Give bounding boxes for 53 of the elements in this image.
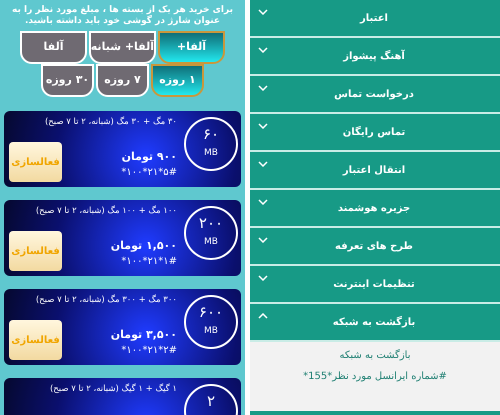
accordion-title: طرح های تعرفه (335, 240, 413, 254)
chevron-down-icon (258, 9, 268, 15)
package-description: ۱۰۰ مگ + ۱۰۰ مگ (شبانه، ۲ تا ۷ صبح) (34, 204, 178, 218)
accordion-title: جزیره هوشمند (338, 202, 410, 216)
size-value: ۶۰ (202, 125, 220, 143)
accordion-title: درخواست تماس (334, 88, 414, 102)
size-unit: MB (204, 325, 218, 338)
ussd-code: *۱۰۰*۲۱*۲# (121, 344, 177, 358)
size-value: ۶۰۰ (198, 303, 224, 321)
chevron-down-icon (258, 275, 268, 281)
price: ۳,۵۰۰ تومان (110, 326, 177, 343)
accordion-title: اعتبار (360, 12, 388, 26)
size-value: ۲ (206, 392, 216, 410)
accordion-header[interactable]: اعتبار (250, 0, 500, 38)
size-unit: MB (204, 236, 218, 249)
content-line: بازگشت به شبکه (340, 348, 410, 363)
chevron-up-icon (258, 313, 268, 319)
package-description: ۳۰ مگ + ۳۰ مگ (شبانه، ۲ تا ۷ صبح) (44, 116, 178, 129)
tab[interactable]: ۳۰ روزه (41, 64, 94, 97)
chevron-down-icon (258, 199, 268, 205)
accordion-header[interactable]: درخواست تماس (250, 76, 500, 114)
accordion-header[interactable]: تماس رایگان (250, 114, 500, 152)
chevron-down-icon (258, 123, 268, 129)
package-description: ۱ گیگ + ۱ گیگ (شبانه، ۲ تا ۷ صبح) (48, 382, 178, 396)
accordion-header[interactable]: انتقال اعتبار (250, 152, 500, 190)
accordion-title: بازگشت به شبکه (332, 315, 416, 330)
chevron-down-icon (258, 237, 268, 243)
ussd-code: *۱۰۰*۲۱*۱# (121, 255, 177, 269)
tab[interactable]: ۷ روزه (96, 64, 149, 97)
tab[interactable]: آلفا (20, 31, 87, 64)
accordion-title: تماس رایگان (342, 125, 406, 140)
tab[interactable]: آلفا+ شبانه (89, 31, 156, 64)
price: ۱,۵۰۰ تومان (110, 238, 177, 254)
accordion-title: آهنگ پیشواز (343, 48, 405, 64)
notice-text: برای خرید هر یک از بسته ها ، مبلغ مورد نظر را به عنوان شارژ در گوشی خود باید داشته باشید. (11, 4, 234, 28)
size-value: ۲۰۰ (198, 214, 224, 232)
accordion-title: تنظیمات اینترنت (333, 278, 415, 292)
accordion-header[interactable]: تنظیمات اینترنت (250, 266, 500, 304)
price: ۹۰۰ تومان (122, 148, 177, 165)
tab[interactable]: ۱ روزه (151, 64, 204, 97)
accordion-title: انتقال اعتبار (342, 164, 406, 178)
accordion-header[interactable]: جزیره هوشمند (250, 190, 500, 228)
tab[interactable]: آلفا+ (158, 31, 225, 64)
size-unit: MB (204, 147, 218, 160)
ussd-code: *۱۰۰*۲۱*۵# (121, 166, 177, 180)
chevron-down-icon (258, 161, 268, 167)
package-description: ۳۰۰ مگ + ۳۰۰ مگ (شبانه، ۲ تا ۷ صبح) (34, 294, 178, 307)
accordion-header[interactable]: بازگشت به شبکه (250, 304, 500, 342)
content-line: #شماره ایرانسل مورد نظر*155* (303, 370, 447, 384)
chevron-down-icon (258, 85, 268, 91)
accordion-header[interactable]: طرح های تعرفه (250, 228, 500, 266)
chevron-down-icon (258, 47, 268, 53)
accordion-header[interactable]: آهنگ پیشواز (250, 38, 500, 76)
